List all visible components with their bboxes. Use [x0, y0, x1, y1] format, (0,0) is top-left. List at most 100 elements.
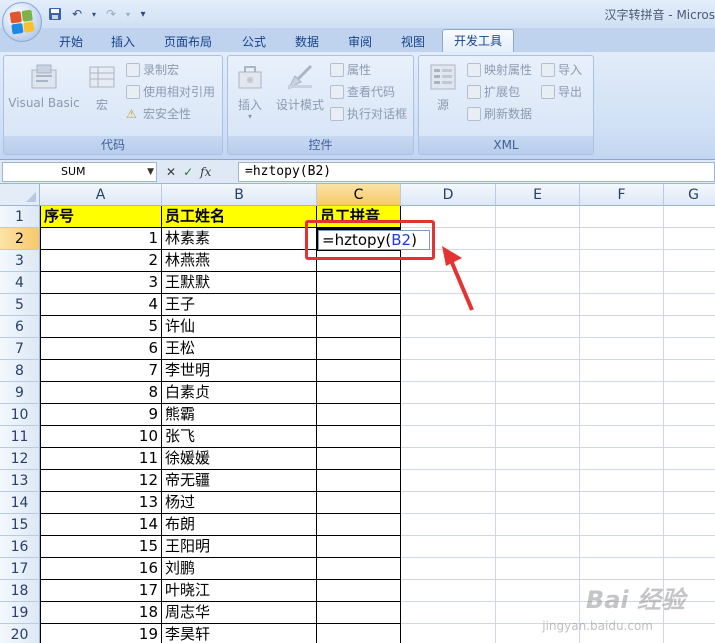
cell-g20[interactable]: [664, 624, 715, 643]
cell-a6[interactable]: 5: [40, 316, 162, 338]
cell-g2[interactable]: [664, 228, 715, 250]
cell-d17[interactable]: [401, 558, 496, 580]
cell-g17[interactable]: [664, 558, 715, 580]
cell-f1[interactable]: [580, 206, 664, 228]
cell-b10[interactable]: 熊霸: [162, 404, 317, 426]
cell-a14[interactable]: 13: [40, 492, 162, 514]
row-header-1[interactable]: 1: [0, 206, 40, 228]
cell-c4[interactable]: [317, 272, 401, 294]
cell-d14[interactable]: [401, 492, 496, 514]
cell-e13[interactable]: [496, 470, 580, 492]
column-header-b[interactable]: B: [162, 184, 317, 206]
cell-a2[interactable]: 1: [40, 228, 162, 250]
cell-a16[interactable]: 15: [40, 536, 162, 558]
import-button[interactable]: 导入: [541, 60, 582, 80]
cell-d15[interactable]: [401, 514, 496, 536]
tab-home[interactable]: 开始: [50, 32, 92, 52]
cell-f7[interactable]: [580, 338, 664, 360]
cell-e14[interactable]: [496, 492, 580, 514]
row-header-19[interactable]: 19: [0, 602, 40, 624]
redo-icon[interactable]: ↷: [102, 5, 120, 23]
cell-c12[interactable]: [317, 448, 401, 470]
cell-f14[interactable]: [580, 492, 664, 514]
row-header-11[interactable]: 11: [0, 426, 40, 448]
tab-formulas[interactable]: 公式: [232, 32, 276, 52]
macro-security-button[interactable]: ⚠ 宏安全性: [126, 104, 191, 124]
visual-basic-button[interactable]: Visual Basic: [8, 60, 80, 120]
insert-function-icon[interactable]: fx: [200, 165, 211, 179]
cell-f11[interactable]: [580, 426, 664, 448]
cell-c9[interactable]: [317, 382, 401, 404]
cell-c7[interactable]: [317, 338, 401, 360]
cell-e16[interactable]: [496, 536, 580, 558]
cell-c16[interactable]: [317, 536, 401, 558]
cell-g10[interactable]: [664, 404, 715, 426]
name-box[interactable]: SUM ▼: [2, 162, 157, 182]
row-header-16[interactable]: 16: [0, 536, 40, 558]
cell-g3[interactable]: [664, 250, 715, 272]
cell-g1[interactable]: [664, 206, 715, 228]
cell-e8[interactable]: [496, 360, 580, 382]
cell-a18[interactable]: 17: [40, 580, 162, 602]
cell-b15[interactable]: 布朗: [162, 514, 317, 536]
cell-f2[interactable]: [580, 228, 664, 250]
cell-b2[interactable]: 林素素: [162, 228, 317, 250]
cell-f13[interactable]: [580, 470, 664, 492]
cell-b13[interactable]: 帝无疆: [162, 470, 317, 492]
cell-g5[interactable]: [664, 294, 715, 316]
column-header-a[interactable]: A: [40, 184, 162, 206]
cell-d18[interactable]: [401, 580, 496, 602]
expansion-packs-button[interactable]: 扩展包: [467, 82, 520, 102]
cell-e6[interactable]: [496, 316, 580, 338]
row-header-14[interactable]: 14: [0, 492, 40, 514]
cell-b12[interactable]: 徐媛媛: [162, 448, 317, 470]
row-header-9[interactable]: 9: [0, 382, 40, 404]
cell-b3[interactable]: 林燕燕: [162, 250, 317, 272]
row-header-18[interactable]: 18: [0, 580, 40, 602]
formula-input[interactable]: =hztopy(B2): [238, 162, 715, 182]
row-header-12[interactable]: 12: [0, 448, 40, 470]
cell-b9[interactable]: 白素贞: [162, 382, 317, 404]
record-macro-button[interactable]: 录制宏: [126, 60, 179, 80]
cell-g6[interactable]: [664, 316, 715, 338]
row-header-17[interactable]: 17: [0, 558, 40, 580]
properties-button[interactable]: 属性: [330, 60, 371, 80]
cell-b5[interactable]: 王子: [162, 294, 317, 316]
cell-a12[interactable]: 11: [40, 448, 162, 470]
select-all-button[interactable]: [0, 184, 40, 206]
cell-b6[interactable]: 许仙: [162, 316, 317, 338]
cell-e10[interactable]: [496, 404, 580, 426]
refresh-data-button[interactable]: 刷新数据: [467, 104, 532, 124]
insert-control-button[interactable]: 插入 ▾: [230, 60, 270, 121]
column-header-e[interactable]: E: [496, 184, 580, 206]
save-icon[interactable]: [46, 5, 64, 23]
cell-d10[interactable]: [401, 404, 496, 426]
xml-source-button[interactable]: 源: [423, 60, 463, 120]
row-header-15[interactable]: 15: [0, 514, 40, 536]
cell-f5[interactable]: [580, 294, 664, 316]
cell-e7[interactable]: [496, 338, 580, 360]
cell-a19[interactable]: 18: [40, 602, 162, 624]
cell-f8[interactable]: [580, 360, 664, 382]
cell-b17[interactable]: 刘鹏: [162, 558, 317, 580]
cell-g15[interactable]: [664, 514, 715, 536]
tab-page-layout[interactable]: 页面布局: [155, 32, 221, 52]
enter-icon[interactable]: ✓: [183, 165, 193, 179]
undo-icon[interactable]: ↶: [68, 5, 86, 23]
cell-e15[interactable]: [496, 514, 580, 536]
cell-f9[interactable]: [580, 382, 664, 404]
design-mode-button[interactable]: 设计模式: [272, 60, 328, 120]
cell-a20[interactable]: 19: [40, 624, 162, 643]
cell-c11[interactable]: [317, 426, 401, 448]
macros-button[interactable]: 宏: [82, 60, 122, 120]
cell-a15[interactable]: 14: [40, 514, 162, 536]
cell-e18[interactable]: [496, 580, 580, 602]
cell-a10[interactable]: 9: [40, 404, 162, 426]
cell-a4[interactable]: 3: [40, 272, 162, 294]
export-button[interactable]: 导出: [541, 82, 582, 102]
cell-f6[interactable]: [580, 316, 664, 338]
cell-b20[interactable]: 李昊轩: [162, 624, 317, 643]
cell-c13[interactable]: [317, 470, 401, 492]
map-properties-button[interactable]: 映射属性: [467, 60, 532, 80]
cell-c17[interactable]: [317, 558, 401, 580]
